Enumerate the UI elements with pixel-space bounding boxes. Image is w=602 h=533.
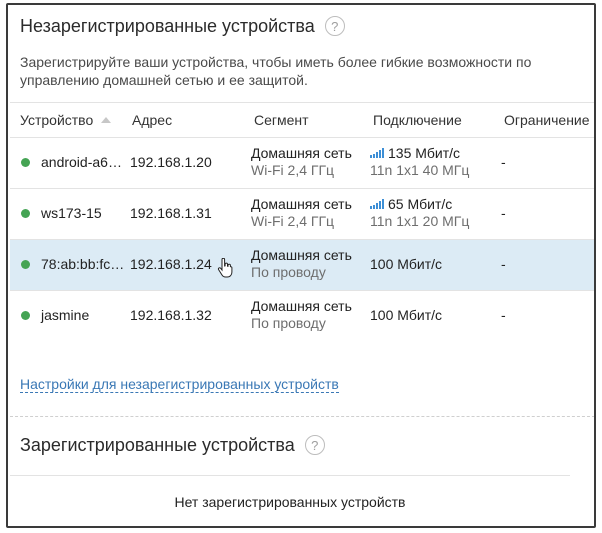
unregistered-description: Зарегистрируйте ваши устройства, чтобы и…: [20, 54, 532, 88]
device-ip: 192.168.1.32: [130, 307, 212, 323]
connection-speed: 65 Мбит/с: [388, 196, 453, 212]
wifi-signal-icon: [370, 199, 384, 209]
device-connection: 135 Мбит/с 11n 1x1 40 МГц: [370, 145, 469, 179]
device-ip: 192.168.1.24: [130, 256, 212, 272]
status-dot-icon: [21, 311, 30, 320]
device-name: 78:ab:bb:fc…: [41, 256, 125, 272]
status-dot-icon: [21, 260, 30, 269]
registered-title: Зарегистрированные устройства: [20, 434, 295, 455]
unregistered-title: Незарегистрированные устройства: [20, 15, 315, 36]
help-icon[interactable]: ?: [304, 435, 325, 455]
device-connection: 65 Мбит/с 11n 1x1 20 МГц: [370, 196, 469, 230]
devices-table: Устройство Адрес Сегмент Подключение Огр…: [10, 102, 594, 341]
column-header-limit[interactable]: Ограничение: [504, 112, 590, 128]
wifi-signal-icon: [370, 148, 384, 158]
column-device-label: Устройство: [20, 112, 94, 128]
device-segment: Домашняя сеть По проводу: [251, 247, 352, 281]
segment-name: Домашняя сеть: [251, 145, 352, 161]
table-row[interactable]: ws173-15 192.168.1.31 Домашняя сеть Wi-F…: [10, 189, 594, 240]
column-header-device[interactable]: Устройство: [20, 112, 112, 128]
unregistered-devices-card: Незарегистрированные устройства ? Зареги…: [10, 5, 594, 417]
help-icon[interactable]: ?: [324, 16, 345, 36]
sort-asc-icon: [101, 117, 112, 123]
device-ip: 192.168.1.31: [130, 205, 212, 221]
table-row[interactable]: jasmine 192.168.1.32 Домашняя сеть По пр…: [10, 291, 594, 341]
segment-medium: Wi-Fi 2,4 ГГц: [251, 213, 335, 229]
segment-medium: Wi-Fi 2,4 ГГц: [251, 162, 335, 178]
device-name: ws173-15: [41, 205, 102, 221]
hand-cursor-icon: [217, 258, 233, 278]
segment-name: Домашняя сеть: [251, 196, 352, 212]
connection-speed: 100 Мбит/с: [370, 256, 443, 272]
connection-details: 11n 1x1 40 МГц: [370, 162, 470, 178]
app-window: Незарегистрированные устройства ? Зареги…: [6, 3, 596, 528]
column-header-segment[interactable]: Сегмент: [254, 112, 309, 128]
unregistered-title-row: Незарегистрированные устройства ?: [20, 14, 345, 38]
status-dot-icon: [21, 209, 30, 218]
device-connection: 100 Мбит/с: [370, 307, 442, 324]
segment-medium: По проводу: [251, 315, 326, 331]
segment-name: Домашняя сеть: [251, 247, 352, 263]
connection-details: 11n 1x1 20 МГц: [370, 213, 470, 229]
segment-name: Домашняя сеть: [251, 298, 352, 314]
registered-title-row: Зарегистрированные устройства ?: [20, 433, 325, 457]
column-header-address[interactable]: Адрес: [132, 112, 172, 128]
connection-speed: 100 Мбит/с: [370, 307, 443, 323]
device-ip: 192.168.1.20: [130, 154, 212, 170]
column-header-connection[interactable]: Подключение: [373, 112, 462, 128]
unregistered-settings-link[interactable]: Настройки для незарегистрированных устро…: [20, 376, 339, 393]
device-segment: Домашняя сеть По проводу: [251, 298, 352, 332]
device-name: android-a6…: [41, 154, 122, 170]
device-segment: Домашняя сеть Wi-Fi 2,4 ГГц: [251, 145, 352, 179]
segment-medium: По проводу: [251, 264, 326, 280]
registered-devices-card: Зарегистрированные устройства ? Нет заре…: [10, 423, 594, 526]
device-connection: 100 Мбит/с: [370, 256, 442, 273]
device-segment: Домашняя сеть Wi-Fi 2,4 ГГц: [251, 196, 352, 230]
status-dot-icon: [21, 158, 30, 167]
device-limit: -: [501, 256, 506, 272]
table-row[interactable]: 78:ab:bb:fc… 192.168.1.24 Домашняя сеть …: [10, 240, 594, 291]
table-row[interactable]: android-a6… 192.168.1.20 Домашняя сеть W…: [10, 138, 594, 189]
device-limit: -: [501, 307, 506, 323]
connection-speed: 135 Мбит/с: [388, 145, 461, 161]
device-name: jasmine: [41, 307, 90, 323]
device-limit: -: [501, 154, 506, 170]
registered-empty-message: Нет зарегистрированных устройств: [10, 475, 570, 526]
device-limit: -: [501, 205, 506, 221]
table-header: Устройство Адрес Сегмент Подключение Огр…: [10, 102, 594, 138]
